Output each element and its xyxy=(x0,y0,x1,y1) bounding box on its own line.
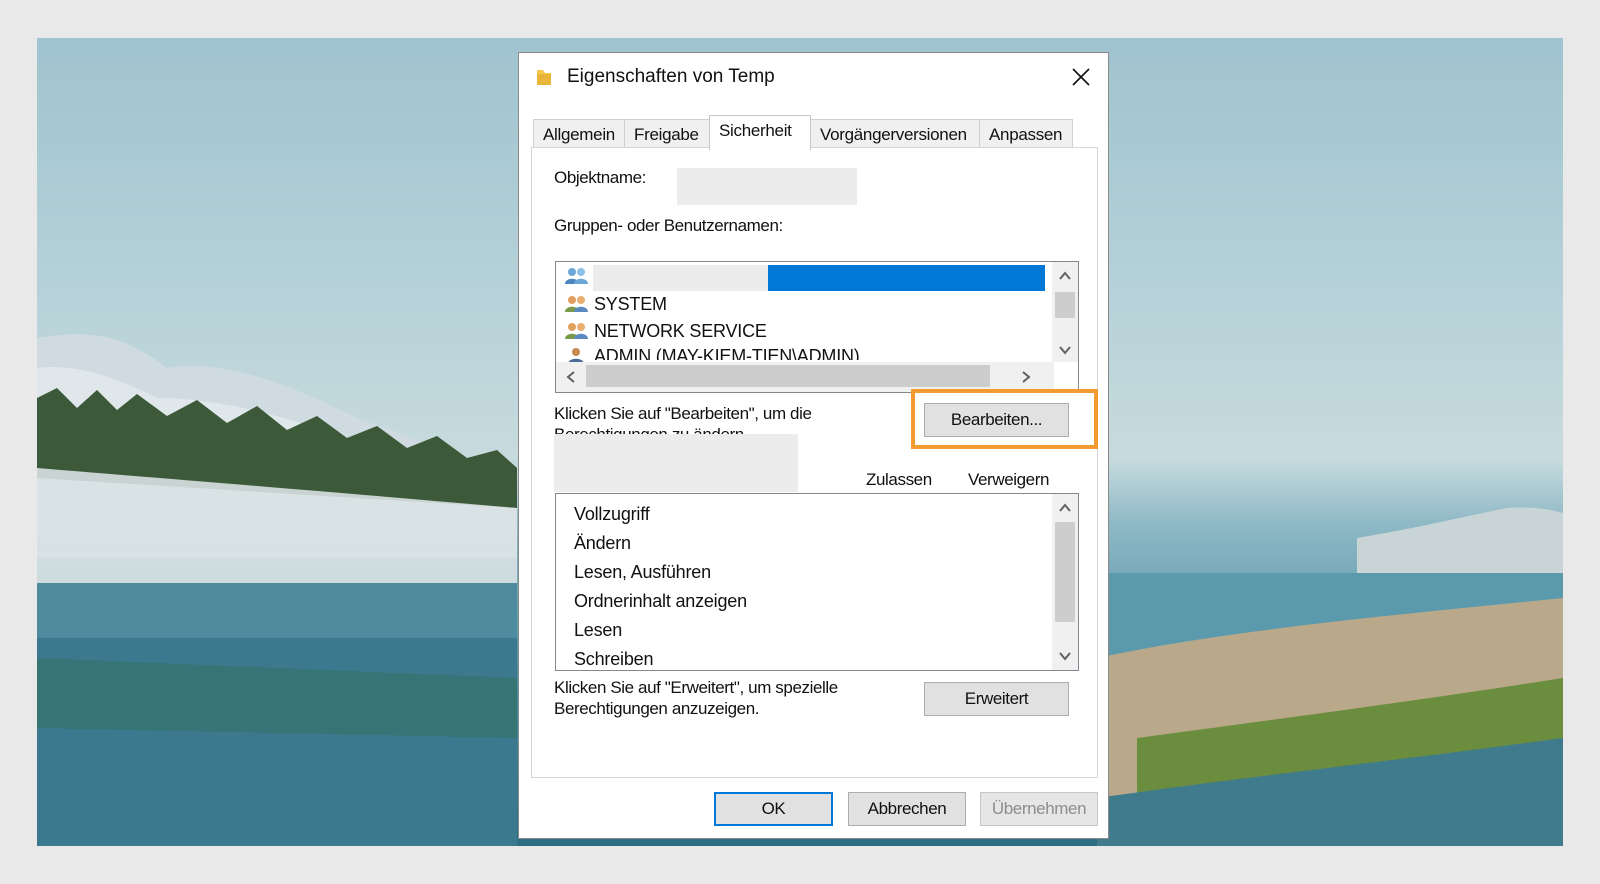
users-scroll-thumb[interactable] xyxy=(1055,292,1075,318)
permission-row: Ändern xyxy=(574,533,631,553)
permission-row: Lesen, Ausführen xyxy=(574,562,711,582)
redacted-username xyxy=(593,265,768,291)
scroll-left-arrow-icon[interactable] xyxy=(563,369,579,385)
permissions-vertical-scrollbar[interactable] xyxy=(1052,494,1078,670)
advanced-button[interactable]: Erweitert xyxy=(924,682,1069,716)
list-item-system[interactable]: SYSTEM xyxy=(594,294,667,315)
permission-row: Vollzugriff xyxy=(574,504,650,524)
list-item-admin[interactable]: ADMIN (MAY-KIEM-TIEN\ADMIN) xyxy=(594,346,860,360)
permission-row: Lesen xyxy=(574,620,623,640)
apply-button[interactable]: Übernehmen xyxy=(980,792,1098,826)
object-name-value xyxy=(677,168,857,205)
deny-column-header: Verweigern xyxy=(968,470,1050,489)
users-list[interactable]: SYSTEM NETWORK SERVICE ADMIN (MAY-KIEM-T… xyxy=(555,261,1079,393)
cancel-button[interactable]: Abbrechen xyxy=(848,792,966,826)
folder-icon xyxy=(537,70,551,85)
tab-sicherheit[interactable]: Sicherheit xyxy=(709,115,811,150)
scroll-up-arrow-icon[interactable] xyxy=(1057,500,1073,516)
advanced-hint-line2: Berechtigungen anzuzeigen. xyxy=(554,699,760,718)
advanced-hint-line1: Klicken Sie auf "Erweitert", um speziell… xyxy=(554,678,838,697)
permissions-for-label xyxy=(554,434,798,492)
edit-button[interactable]: Bearbeiten... xyxy=(924,403,1069,437)
list-item-network-service[interactable]: NETWORK SERVICE xyxy=(594,321,767,342)
user-group-icon xyxy=(565,268,588,284)
scroll-down-arrow-icon[interactable] xyxy=(1057,648,1073,664)
object-name-label: Objektname: xyxy=(554,168,646,187)
users-horizontal-scrollbar[interactable] xyxy=(556,362,1054,392)
security-panel: Objektname: Gruppen- oder Benutzernamen:… xyxy=(531,147,1098,778)
tab-freigabe[interactable]: Freigabe xyxy=(624,119,710,149)
title-bar: Eigenschaften von Temp xyxy=(519,53,1108,101)
properties-dialog: Eigenschaften von Temp Allgemein Freigab… xyxy=(518,52,1109,839)
permissions-scroll-thumb[interactable] xyxy=(1055,522,1075,622)
users-hscroll-thumb[interactable] xyxy=(586,365,990,387)
tab-anpassen[interactable]: Anpassen xyxy=(979,119,1073,149)
edit-hint-line1: Klicken Sie auf "Bearbeiten", um die xyxy=(554,404,812,423)
tab-allgemein[interactable]: Allgemein xyxy=(533,119,625,149)
permission-row: Ordnerinhalt anzeigen xyxy=(574,591,747,611)
tab-vorgaengerversionen[interactable]: Vorgängerversionen xyxy=(810,119,980,149)
user-group-icon xyxy=(565,296,588,312)
permission-row: Schreiben xyxy=(574,649,654,669)
dialog-title: Eigenschaften von Temp xyxy=(567,66,775,87)
scroll-down-arrow-icon[interactable] xyxy=(1057,342,1073,358)
user-group-icon xyxy=(565,323,588,339)
close-icon[interactable] xyxy=(1066,62,1096,92)
users-vertical-scrollbar[interactable] xyxy=(1052,262,1078,362)
groups-label: Gruppen- oder Benutzernamen: xyxy=(554,216,783,235)
scroll-up-arrow-icon[interactable] xyxy=(1057,268,1073,284)
scroll-right-arrow-icon[interactable] xyxy=(1018,369,1034,385)
permissions-list[interactable]: Vollzugriff Ändern Lesen, Ausführen Ordn… xyxy=(555,493,1079,671)
ok-button[interactable]: OK xyxy=(714,792,833,826)
allow-column-header: Zulassen xyxy=(866,470,932,489)
